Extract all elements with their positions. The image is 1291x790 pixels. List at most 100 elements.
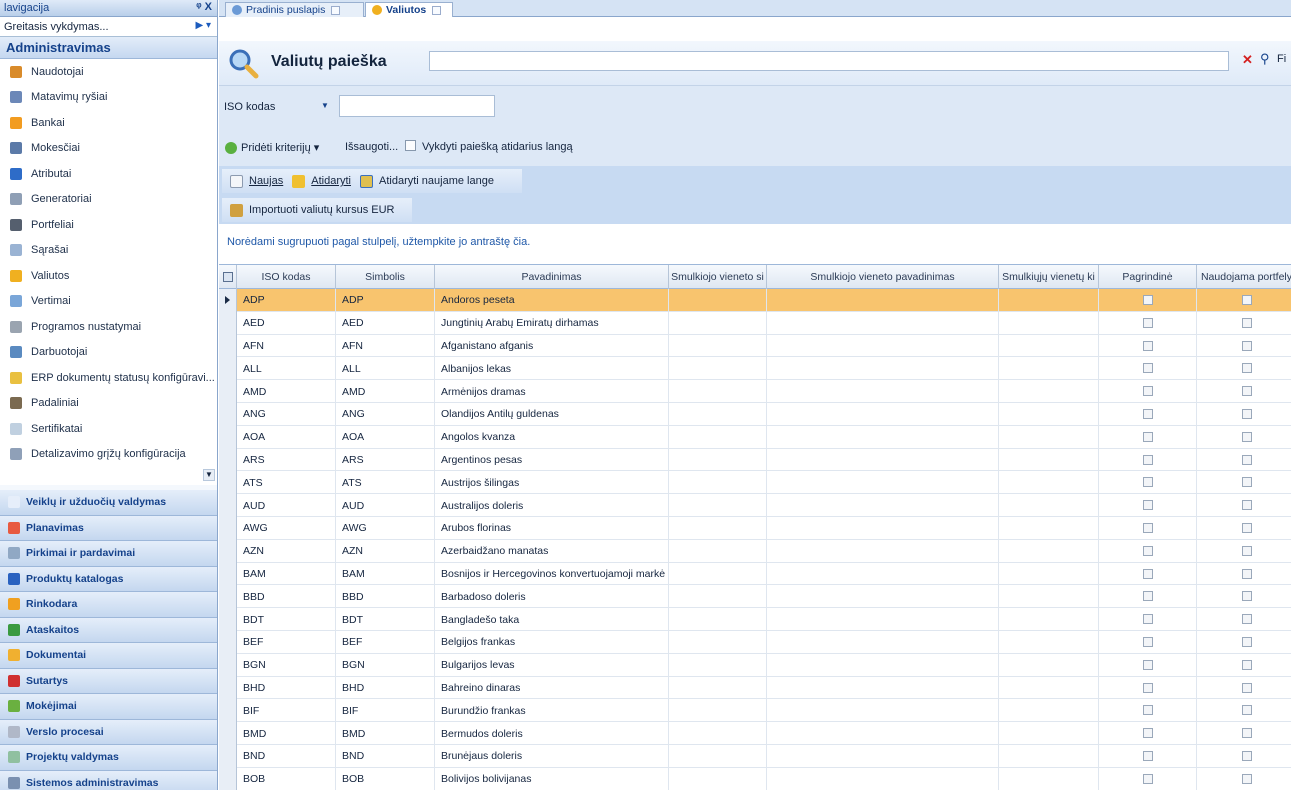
table-cell[interactable]: BHD (237, 676, 336, 700)
table-cell[interactable] (999, 631, 1099, 654)
table-cell[interactable]: Barbadoso doleris (435, 585, 669, 609)
table-cell[interactable] (669, 403, 767, 426)
table-cell[interactable] (767, 289, 999, 312)
table-cell[interactable] (669, 425, 767, 449)
group-by-hint[interactable]: Norėdami sugrupuoti pagal stulpelį, užte… (227, 236, 530, 248)
row-checkbox[interactable] (1143, 659, 1153, 670)
table-cell[interactable] (669, 585, 767, 609)
row-checkbox[interactable] (1143, 523, 1153, 533)
nav-category[interactable]: Ataskaitos (0, 617, 217, 643)
filter-label[interactable]: Fi (1277, 53, 1286, 65)
table-row[interactable]: AOA AOA Angolos kvanza (219, 425, 1291, 449)
new-button[interactable]: Naujas (230, 174, 283, 188)
table-cell[interactable]: ARS (336, 448, 435, 472)
open-new-window-button[interactable]: Atidaryti naujame lange (360, 174, 494, 188)
table-cell[interactable]: BGN (336, 653, 435, 677)
table-cell[interactable]: AMD (336, 380, 435, 403)
nav-category[interactable]: Mokėjimai (0, 694, 217, 720)
table-cell[interactable] (767, 311, 999, 335)
table-cell[interactable] (767, 767, 999, 790)
row-checkbox[interactable] (1143, 568, 1153, 579)
column-header[interactable]: Pavadinimas (435, 265, 669, 289)
table-cell[interactable] (669, 471, 767, 495)
row-checkbox[interactable] (1143, 454, 1153, 465)
nav-item[interactable]: Detalizavimo grįžų konfigūracija (0, 442, 217, 468)
row-checkbox[interactable] (1242, 477, 1252, 488)
nav-item[interactable]: Matavimų ryšiai (0, 85, 217, 111)
table-row[interactable]: BMD BMD Bermudos doleris (219, 722, 1291, 745)
table-cell[interactable] (999, 608, 1099, 631)
row-indicator[interactable] (219, 608, 237, 631)
row-checkbox[interactable] (1242, 295, 1252, 305)
row-indicator[interactable] (219, 357, 237, 381)
table-cell[interactable]: ADP (336, 289, 435, 312)
table-row[interactable]: ATS ATS Austrijos šilingas (219, 471, 1291, 495)
column-header[interactable]: ISO kodas (237, 265, 336, 289)
row-indicator[interactable] (219, 562, 237, 586)
table-cell[interactable] (999, 767, 1099, 790)
nav-item[interactable]: Darbuotojai (0, 340, 217, 366)
table-row[interactable]: ADP ADP Andoros peseta (219, 289, 1291, 312)
row-indicator[interactable] (219, 676, 237, 700)
row-indicator[interactable] (219, 494, 237, 517)
table-row[interactable]: ALL ALL Albanijos lekas (219, 357, 1291, 381)
table-cell[interactable]: Jungtinių Arabų Emiratų dirhamas (435, 311, 669, 335)
table-cell[interactable] (999, 425, 1099, 449)
table-cell[interactable] (767, 722, 999, 745)
table-cell[interactable] (999, 722, 1099, 745)
row-checkbox[interactable] (1242, 409, 1252, 419)
row-checkbox[interactable] (1143, 545, 1153, 556)
nav-item[interactable]: Valiutos (0, 263, 217, 289)
row-checkbox[interactable] (1242, 705, 1252, 716)
table-cell[interactable] (999, 539, 1099, 563)
nav-item[interactable]: Sąrašai (0, 238, 217, 264)
table-cell[interactable]: BHD (336, 676, 435, 700)
nav-group-header[interactable]: Administravimas (0, 37, 217, 59)
table-cell[interactable]: Bahreino dinaras (435, 676, 669, 700)
column-header[interactable]: Smulkiojo vieneto si (669, 265, 767, 289)
column-header[interactable]: Pagrindinė (1099, 265, 1197, 289)
row-indicator[interactable] (219, 403, 237, 426)
row-checkbox[interactable] (1242, 317, 1252, 328)
row-checkbox[interactable] (1143, 682, 1153, 693)
table-cell[interactable] (767, 471, 999, 495)
row-checkbox[interactable] (1242, 431, 1252, 442)
table-cell[interactable]: Argentinos pesas (435, 448, 669, 472)
table-cell[interactable]: Albanijos lekas (435, 357, 669, 381)
table-cell[interactable] (669, 334, 767, 358)
table-cell[interactable]: BND (237, 745, 336, 768)
table-cell[interactable] (669, 562, 767, 586)
table-cell[interactable]: Bangladešo taka (435, 608, 669, 631)
nav-pin-close-icon[interactable]: ᵠ X (196, 1, 212, 13)
search-icon[interactable]: ⚲ (1260, 51, 1270, 67)
row-checkbox[interactable] (1242, 591, 1252, 602)
table-cell[interactable]: AWG (336, 517, 435, 540)
table-row[interactable]: BBD BBD Barbadoso doleris (219, 585, 1291, 609)
execute-on-open-checkbox[interactable] (405, 140, 416, 151)
row-indicator[interactable] (219, 631, 237, 654)
table-cell[interactable]: ADP (237, 289, 336, 312)
row-indicator[interactable] (219, 539, 237, 563)
quick-run-arrow-icon[interactable]: ▶ ▾ (196, 20, 212, 31)
table-row[interactable]: AMD AMD Armėnijos dramas (219, 380, 1291, 403)
table-cell[interactable] (669, 494, 767, 517)
table-row[interactable]: ANG ANG Olandijos Antilų guldenas (219, 403, 1291, 426)
nav-item[interactable]: Mokesčiai (0, 136, 217, 162)
table-cell[interactable]: AWG (237, 517, 336, 540)
table-cell[interactable] (999, 653, 1099, 677)
table-cell[interactable]: AFN (336, 334, 435, 358)
table-row[interactable]: AED AED Jungtinių Arabų Emiratų dirhamas (219, 311, 1291, 335)
table-cell[interactable]: BBD (336, 585, 435, 609)
table-cell[interactable] (767, 745, 999, 768)
table-cell[interactable] (669, 608, 767, 631)
table-cell[interactable] (669, 311, 767, 335)
nav-category[interactable]: Pirkimai ir pardavimai (0, 541, 217, 567)
table-cell[interactable] (999, 403, 1099, 426)
tab-close-icon[interactable] (331, 5, 341, 15)
table-cell[interactable] (767, 425, 999, 449)
nav-category[interactable]: Produktų katalogas (0, 566, 217, 592)
table-cell[interactable] (767, 380, 999, 403)
save-criteria-button[interactable]: Išsaugoti... (345, 141, 398, 153)
row-checkbox[interactable] (1143, 728, 1153, 739)
table-row[interactable]: AUD AUD Australijos doleris (219, 494, 1291, 517)
